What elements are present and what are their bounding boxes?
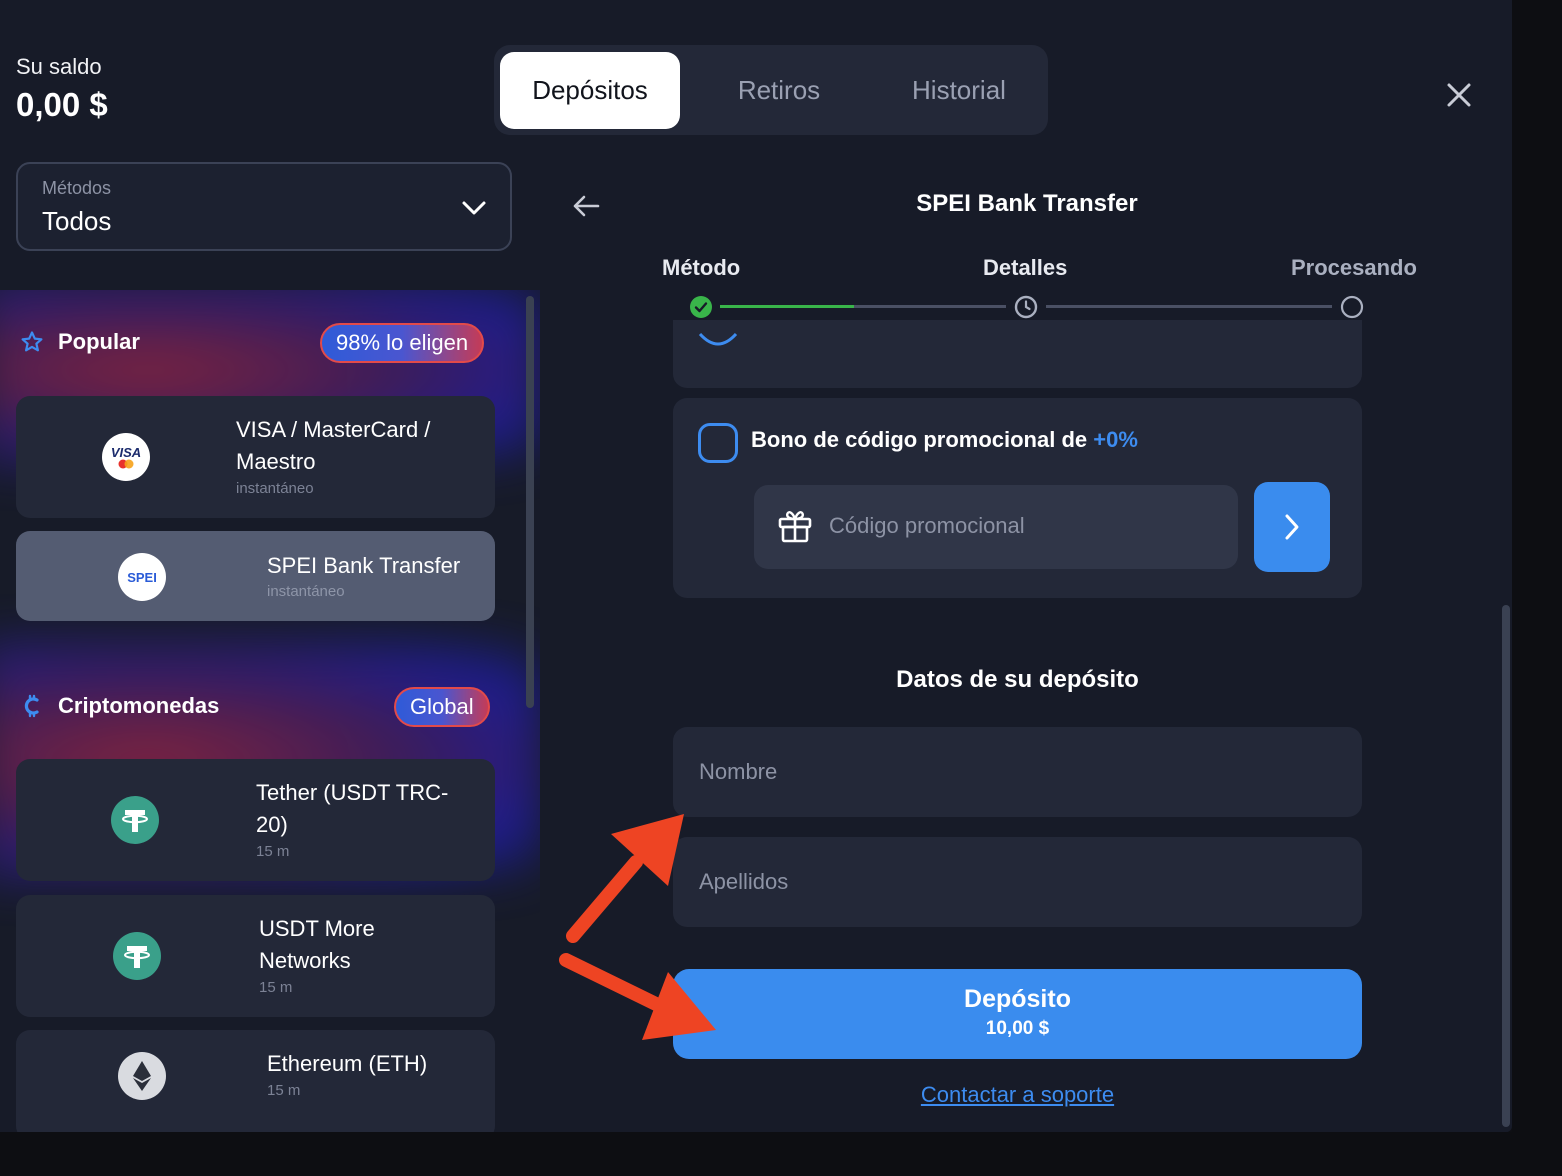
method-name-line2: 20): [256, 812, 288, 837]
promo-code-checkbox[interactable]: [698, 423, 738, 463]
method-name-line1: Tether (USDT TRC-: [256, 780, 449, 805]
methods-list[interactable]: Popular 98% lo eligen VISA VISA / Master…: [0, 290, 540, 1132]
details-form[interactable]: Bono de código promocional de +0% Código…: [540, 320, 1512, 1132]
backdrop-right: [1512, 0, 1562, 1176]
contact-support-link[interactable]: Contactar a soporte: [673, 1082, 1362, 1108]
step-label-processing: Procesando: [1291, 255, 1417, 280]
step-label-method: Método: [662, 255, 741, 280]
method-card-ethereum[interactable]: Ethereum (ETH) 15 m: [16, 1030, 495, 1132]
ethereum-logo: [118, 1052, 166, 1100]
crypto-badge: Global: [394, 687, 490, 727]
method-name: Ethereum (ETH): [267, 1051, 428, 1076]
bitcoin-icon: [24, 694, 39, 718]
deposit-details-title: Datos de su depósito: [896, 666, 1139, 693]
tab-bar: Depósitos Retiros Historial: [494, 45, 1048, 135]
popular-badge: 98% lo eligen: [320, 323, 485, 363]
chevron-right-icon: [1285, 514, 1299, 540]
crypto-title: Criptomonedas: [58, 693, 220, 718]
step-track-2: [1046, 305, 1332, 308]
deposit-button-label: Depósito: [964, 985, 1071, 1013]
radio-partial-icon: [698, 332, 738, 346]
method-card-visa[interactable]: VISA VISA / MasterCard / Maestro instant…: [16, 396, 495, 518]
method-name-line2: Networks: [259, 948, 351, 973]
method-card-spei[interactable]: SPEI SPEI Bank Transfer instantáneo: [16, 531, 495, 621]
promo-code-submit-button[interactable]: [1254, 482, 1330, 572]
first-name-field[interactable]: Nombre: [673, 727, 1362, 817]
method-speed: 15 m: [256, 843, 290, 860]
method-speed: instantáneo: [267, 583, 345, 600]
clock-icon: [1014, 295, 1038, 319]
deposit-button[interactable]: Depósito 10,00 $: [673, 969, 1362, 1059]
method-name-line1: VISA / MasterCard /: [236, 417, 431, 442]
payment-modal: Su saldo 0,00 $ Depósitos Retiros Histor…: [0, 0, 1512, 1132]
back-button[interactable]: [570, 190, 602, 222]
crypto-section-header: Criptomonedas: [20, 686, 219, 726]
methods-filter-label: Métodos: [42, 178, 112, 198]
methods-scrollbar[interactable]: [526, 296, 534, 708]
last-name-field[interactable]: Apellidos: [673, 837, 1362, 927]
details-scrollbar[interactable]: [1502, 605, 1510, 1127]
method-speed: 15 m: [267, 1082, 301, 1099]
backdrop-bottom: [0, 1132, 1562, 1176]
method-speed: 15 m: [259, 979, 293, 996]
pending-circle-icon: [1340, 295, 1364, 319]
visa-mastercard-logo: VISA: [102, 433, 150, 481]
chevron-down-icon: [462, 201, 486, 215]
method-name-line1: USDT More: [259, 916, 375, 941]
svg-text:VISA: VISA: [111, 445, 141, 460]
method-name-line2: Maestro: [236, 449, 316, 474]
tab-deposits[interactable]: Depósitos: [500, 52, 680, 129]
svg-text:SPEI: SPEI: [127, 570, 157, 585]
promo-code-label: Bono de código promocional de +0%: [751, 427, 1138, 453]
gift-icon: [778, 511, 812, 543]
tether-logo: [113, 932, 161, 980]
promo-code-card: Bono de código promocional de +0% Código…: [673, 398, 1362, 598]
tab-history[interactable]: Historial: [869, 52, 1049, 129]
method-card-usdt-trc20[interactable]: Tether (USDT TRC- 20) 15 m: [16, 759, 495, 881]
promo-code-input[interactable]: Código promocional: [754, 485, 1238, 569]
promo-label-text: Bono de código promocional de: [751, 427, 1088, 452]
close-icon: [1447, 83, 1471, 107]
step-track-progress: [720, 305, 854, 308]
close-button[interactable]: [1436, 72, 1482, 118]
balance-label: Su saldo: [16, 54, 102, 79]
last-name-placeholder: Apellidos: [699, 869, 789, 894]
method-name: SPEI Bank Transfer: [267, 553, 461, 578]
promo-code-placeholder: Código promocional: [829, 513, 1025, 538]
balance-value: 0,00 $: [16, 86, 108, 123]
panel-title: SPEI Bank Transfer: [916, 190, 1138, 217]
methods-filter-value: Todos: [42, 206, 112, 236]
promo-percent: +0%: [1093, 427, 1138, 452]
tether-logo: [111, 796, 159, 844]
star-icon: [21, 331, 43, 352]
popular-section-header: Popular: [20, 322, 140, 362]
bonus-option-card[interactable]: [673, 320, 1362, 388]
popular-title: Popular: [58, 329, 140, 354]
deposit-button-amount: 10,00 $: [985, 1018, 1050, 1039]
spei-logo: SPEI: [118, 553, 166, 601]
arrow-left-icon: [573, 195, 600, 217]
tab-withdrawals[interactable]: Retiros: [689, 52, 869, 129]
first-name-placeholder: Nombre: [699, 759, 778, 784]
step-label-details: Detalles: [983, 255, 1068, 280]
method-card-usdt-networks[interactable]: USDT More Networks 15 m: [16, 895, 495, 1017]
method-speed: instantáneo: [236, 480, 314, 497]
check-circle-icon: [690, 296, 712, 318]
methods-filter-select[interactable]: Métodos Todos: [16, 162, 512, 251]
